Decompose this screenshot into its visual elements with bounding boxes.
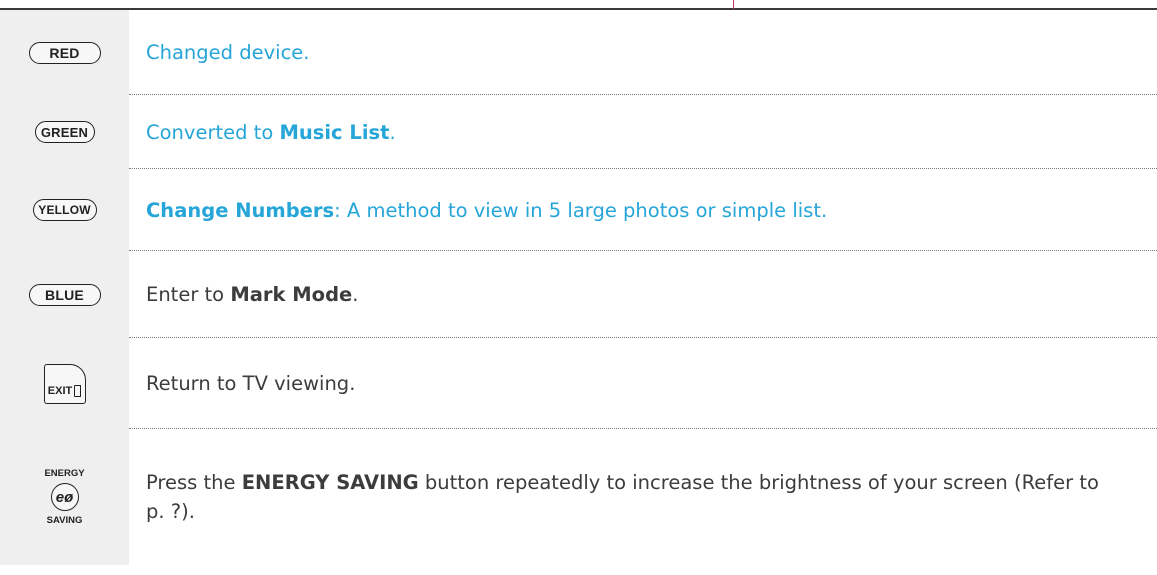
table-row-green: GREEN Converted to Music List. — [0, 95, 1157, 169]
yellow-button-icon: YELLOW — [32, 199, 97, 221]
door-icon — [74, 384, 82, 397]
desc-text: Enter to — [146, 283, 225, 306]
table-row-yellow: YELLOW Change Numbers: A method to view … — [0, 169, 1157, 251]
key-cell: YELLOW — [0, 169, 129, 251]
desc-text: Converted to — [146, 120, 274, 144]
desc-bold: Change Numbers — [146, 198, 335, 222]
leaf-icon: eø — [50, 483, 79, 511]
desc-bold: Music List — [279, 120, 390, 144]
description: Enter to Mark Mode. — [129, 251, 1157, 338]
desc-text-after: : A method to view in 5 large photos or … — [334, 198, 828, 222]
green-button-icon: GREEN — [34, 121, 95, 143]
table-row-exit: EXIT Return to TV viewing. — [0, 338, 1157, 429]
saving-label: SAVING — [46, 515, 83, 526]
description: Changed device. — [129, 10, 1157, 95]
top-tick — [733, 0, 734, 9]
description: Press the ENERGY SAVING button repeatedl… — [129, 429, 1157, 565]
desc-text: Press the — [146, 471, 242, 494]
key-cell: EXIT — [0, 338, 129, 429]
exit-button-icon: EXIT — [43, 363, 86, 404]
key-cell: GREEN — [0, 95, 129, 169]
desc-text: Changed device. — [146, 41, 310, 64]
desc-text-after: . — [352, 283, 359, 306]
key-cell: ENERGY eø SAVING — [0, 429, 129, 565]
description: Converted to Music List. — [129, 95, 1157, 169]
red-button-icon: RED — [28, 41, 101, 64]
description: Return to TV viewing. — [129, 338, 1157, 429]
table-row-red: RED Changed device. — [0, 10, 1157, 95]
desc-text-after: . — [389, 120, 396, 144]
blue-button-icon: BLUE — [28, 283, 101, 306]
desc-bold: ENERGY SAVING — [241, 471, 419, 494]
desc-bold: Mark Mode — [230, 283, 353, 306]
desc-text: Return to TV viewing. — [146, 372, 356, 395]
energy-saving-button-icon: ENERGY eø SAVING — [44, 468, 84, 526]
description: Change Numbers: A method to view in 5 la… — [129, 169, 1157, 251]
exit-label: EXIT — [47, 384, 73, 397]
key-function-table: RED Changed device. GREEN Converted to M… — [0, 10, 1157, 565]
key-cell: BLUE — [0, 251, 129, 338]
key-cell: RED — [0, 10, 129, 95]
table-row-energy-saving: ENERGY eø SAVING Press the ENERGY SAVING… — [0, 429, 1157, 565]
energy-label: ENERGY — [44, 468, 85, 479]
table-row-blue: BLUE Enter to Mark Mode. — [0, 251, 1157, 338]
